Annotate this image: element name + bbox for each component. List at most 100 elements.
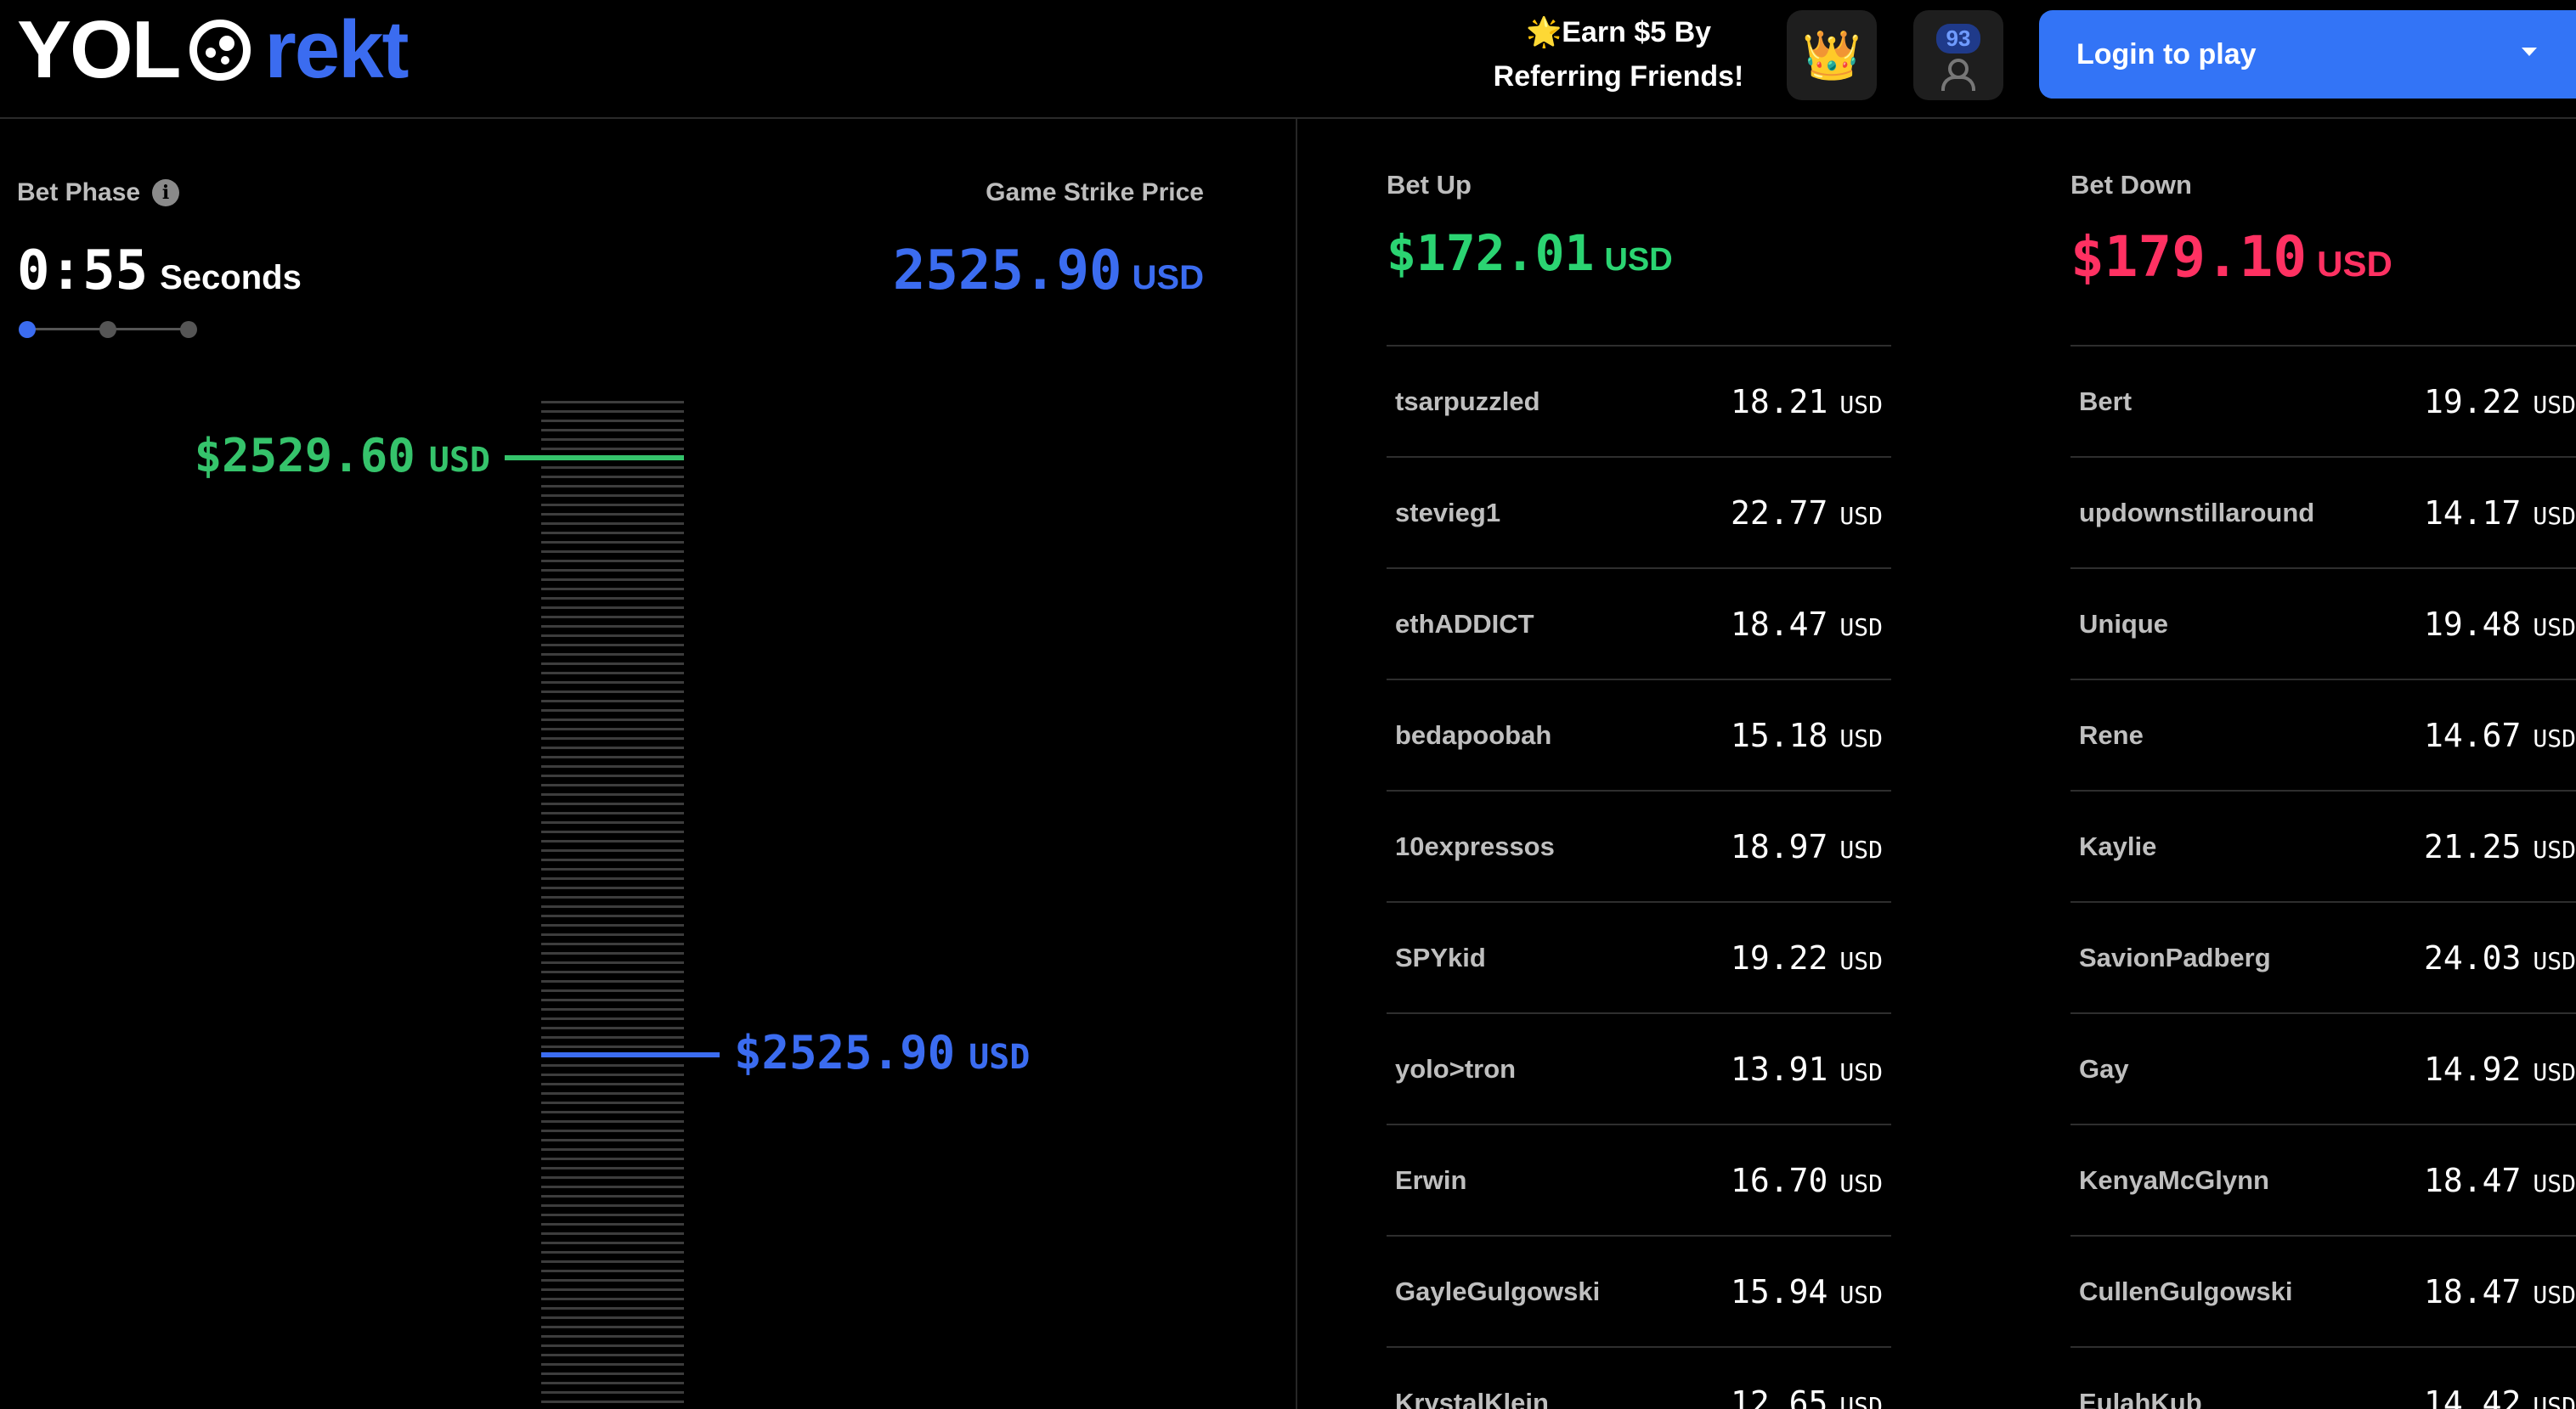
bettor-name[interactable]: yolo>tron: [1395, 1054, 1516, 1085]
bettor-name[interactable]: Rene: [2079, 720, 2144, 751]
bet-amount-value: 14.17: [2424, 493, 2522, 532]
bettor-name[interactable]: tsarpuzzled: [1395, 386, 1540, 417]
bet-phase-label: Bet Phase i: [17, 178, 180, 207]
bet-amount: 14.92 USD: [2424, 1051, 2576, 1088]
bet-amount: 24.03 USD: [2424, 939, 2576, 977]
gauge-strike-unit: USD: [969, 1038, 1031, 1077]
bet-amount-unit: USD: [2533, 946, 2576, 975]
referral-line-1: Earn $5 By: [1562, 16, 1712, 48]
bettor-name[interactable]: ethADDICT: [1395, 609, 1534, 640]
bet-row: yolo>tron 13.91 USD: [1387, 1014, 1891, 1125]
phase-step-1: [19, 321, 36, 338]
online-users-button[interactable]: 93: [1913, 10, 2003, 100]
login-button[interactable]: Login to play: [2039, 10, 2576, 99]
bettor-name[interactable]: KrystalKlein: [1395, 1388, 1549, 1409]
bettor-name[interactable]: Unique: [2079, 609, 2168, 640]
bet-down-total-unit: USD: [2317, 244, 2392, 284]
bet-amount: 12.65 USD: [1731, 1384, 1883, 1409]
bettor-name[interactable]: Gay: [2079, 1054, 2129, 1085]
bet-amount-unit: USD: [1839, 1391, 1883, 1409]
bet-amount: 14.17 USD: [2424, 494, 2576, 532]
bettor-name[interactable]: Kaylie: [2079, 831, 2156, 862]
bettor-name[interactable]: SPYkid: [1395, 943, 1486, 973]
bet-down-title: Bet Down: [2070, 170, 2192, 200]
bet-amount-unit: USD: [1839, 612, 1883, 641]
bet-amount-value: 18.97: [1731, 827, 1828, 865]
bettor-name[interactable]: EulahKub: [2079, 1388, 2202, 1409]
bettor-name[interactable]: bedapoobah: [1395, 720, 1551, 751]
bet-up-column: Bet Up $172.01 USD tsarpuzzled 18.21 USD st…: [1387, 170, 1891, 1409]
bet-amount-unit: USD: [2533, 1280, 2576, 1309]
phase-step-3: [180, 321, 197, 338]
bettor-name[interactable]: stevieg1: [1395, 498, 1500, 528]
bettor-name[interactable]: Bert: [2079, 386, 2132, 417]
bet-amount-unit: USD: [2533, 1391, 2576, 1409]
bet-row: SPYkid 19.22 USD: [1387, 903, 1891, 1014]
bet-amount-value: 15.94: [1731, 1272, 1828, 1310]
gauge-strike-value: $2525.90: [734, 1026, 956, 1079]
bet-up-total-unit: USD: [1604, 242, 1673, 278]
leaderboard-button[interactable]: 👑: [1787, 10, 1877, 100]
bet-amount-value: 18.47: [1731, 605, 1828, 643]
bet-amount-value: 24.03: [2424, 938, 2522, 977]
bet-amount-value: 19.22: [2424, 382, 2522, 420]
bet-amount-unit: USD: [2533, 724, 2576, 752]
bet-amount: 14.67 USD: [2424, 717, 2576, 754]
bet-amount: 14.42 USD: [2424, 1384, 2576, 1409]
bet-row: Unique 19.48 USD: [2070, 569, 2576, 680]
bet-amount: 13.91 USD: [1731, 1051, 1883, 1088]
bet-up-total-value: $172.01: [1387, 224, 1595, 282]
bet-amount-unit: USD: [2533, 835, 2576, 864]
bet-row: ethADDICT 18.47 USD: [1387, 569, 1891, 680]
bet-amount: 19.22 USD: [2424, 383, 2576, 420]
bet-amount-value: 22.77: [1731, 493, 1828, 532]
bet-amount-unit: USD: [2533, 501, 2576, 530]
bettor-name[interactable]: GayleGulgowski: [1395, 1277, 1600, 1307]
current-price-marker: [505, 455, 684, 460]
bet-amount-unit: USD: [1839, 1169, 1883, 1198]
bet-amount-value: 15.18: [1731, 716, 1828, 754]
yolorekt-logo[interactable]: YOL rekt: [17, 4, 409, 95]
bet-amount-value: 14.42: [2424, 1384, 2522, 1409]
users-icon: [1940, 58, 1977, 91]
bet-amount: 15.18 USD: [1731, 717, 1883, 754]
bettor-name[interactable]: KenyaMcGlynn: [2079, 1165, 2269, 1196]
panel-divider: [1296, 119, 1297, 1409]
logo-text-right: rekt: [264, 4, 409, 95]
bettor-name[interactable]: 10expressos: [1395, 831, 1555, 862]
referral-link[interactable]: 🌟Earn $5 By Referring Friends!: [1478, 10, 1759, 99]
bet-row: KenyaMcGlynn 18.47 USD: [2070, 1125, 2576, 1237]
bet-amount: 19.22 USD: [1731, 939, 1883, 977]
bet-up-title: Bet Up: [1387, 170, 1472, 200]
bet-row: Rene 14.67 USD: [2070, 680, 2576, 792]
bet-amount-value: 18.47: [2424, 1272, 2522, 1310]
current-price-value: $2529.60: [194, 429, 415, 482]
strike-price-marker: [541, 1052, 720, 1057]
strike-price: 2525.90 USD: [893, 240, 1204, 302]
info-icon[interactable]: i: [152, 179, 180, 206]
bet-row: SavionPadberg 24.03 USD: [2070, 903, 2576, 1014]
chevron-down-icon[interactable]: [2522, 48, 2537, 56]
bettor-name[interactable]: SavionPadberg: [2079, 943, 2271, 973]
timer-unit: Seconds: [160, 259, 302, 296]
bettor-name[interactable]: Erwin: [1395, 1165, 1466, 1196]
bet-amount-value: 18.21: [1731, 382, 1828, 420]
star-icon: 🌟: [1525, 16, 1562, 48]
bet-amount-unit: USD: [1839, 501, 1883, 530]
price-gauge: [541, 401, 684, 1409]
bettor-name[interactable]: CullenGulgowski: [2079, 1277, 2292, 1307]
bet-amount: 22.77 USD: [1731, 494, 1883, 532]
bet-amount: 18.47 USD: [2424, 1162, 2576, 1199]
bet-row: GayleGulgowski 15.94 USD: [1387, 1237, 1891, 1348]
bet-amount-unit: USD: [1839, 390, 1883, 419]
bet-down-total: $179.10 USD: [2070, 224, 2576, 297]
referral-line-2: Referring Friends!: [1493, 60, 1744, 93]
moon-logo-icon: [189, 20, 251, 81]
bet-amount-unit: USD: [2533, 390, 2576, 419]
bet-amount-unit: USD: [1839, 946, 1883, 975]
bet-amount-unit: USD: [1839, 1280, 1883, 1309]
bet-amount-unit: USD: [1839, 835, 1883, 864]
bet-amount-unit: USD: [1839, 1057, 1883, 1086]
bet-amount: 16.70 USD: [1731, 1162, 1883, 1199]
bettor-name[interactable]: updownstillaround: [2079, 498, 2314, 528]
